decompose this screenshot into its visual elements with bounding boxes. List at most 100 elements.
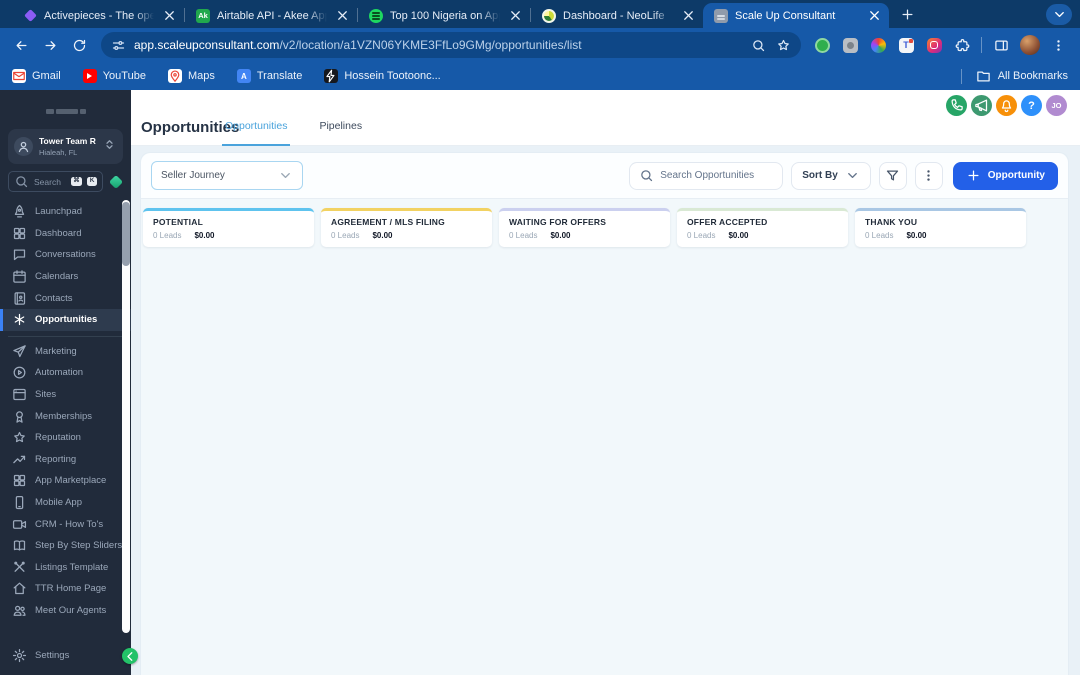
help-icon[interactable]: ?	[1021, 95, 1042, 116]
sidebar-item-app-marketplace[interactable]: App Marketplace	[0, 470, 131, 492]
bookmark-translate[interactable]: A Translate	[236, 69, 302, 83]
sidebar-item-reporting[interactable]: Reporting	[0, 449, 131, 471]
folder-icon	[976, 69, 991, 84]
sidebar-scrollbar[interactable]	[122, 200, 130, 633]
bell-icon[interactable]	[996, 95, 1017, 116]
tab-close-icon[interactable]	[161, 8, 177, 24]
sort-by-button[interactable]: Sort By	[791, 161, 871, 190]
sidebar-item-meet-our-agents[interactable]: Meet Our Agents	[0, 600, 131, 622]
pinwheel-extension-icon[interactable]	[865, 32, 891, 58]
tab-neolife[interactable]: Dashboard - NeoLife	[531, 3, 703, 28]
tab-pipelines[interactable]: Pipelines	[316, 120, 365, 146]
kanban-column-agreement-mls-filing[interactable]: AGREEMENT / MLS FILING 0 Leads $0.00	[321, 208, 492, 247]
search-opportunities-input[interactable]: Search Opportunities	[629, 161, 784, 190]
sidebar-item-contacts[interactable]: Contacts	[0, 287, 131, 309]
pipeline-select[interactable]: Seller Journey	[151, 161, 303, 190]
sidebar-item-label: Calendars	[35, 271, 79, 283]
search-placeholder: Search	[34, 176, 61, 187]
megaphone-icon[interactable]	[971, 95, 992, 116]
more-options-button[interactable]	[914, 161, 943, 190]
chevron-down-icon	[278, 168, 293, 183]
user-avatar[interactable]: JO	[1046, 95, 1067, 116]
grid-icon	[12, 226, 27, 241]
bookmark-star-icon[interactable]	[776, 38, 791, 53]
sidebar-item-step-by-step-sliders[interactable]: Step By Step Sliders	[0, 535, 131, 557]
tab-close-icon[interactable]	[866, 8, 882, 24]
sidebar-item-memberships[interactable]: Memberships	[0, 405, 131, 427]
chat-icon	[12, 247, 27, 262]
profile-avatar[interactable]	[1020, 35, 1040, 55]
add-opportunity-button[interactable]: Opportunity	[952, 161, 1058, 190]
bookmark-maps[interactable]: Maps	[167, 69, 215, 83]
tab-activepieces[interactable]: Activepieces - The open sour	[12, 3, 184, 28]
sidebar-item-crm-how-tos[interactable]: CRM - How To's	[0, 513, 131, 535]
mobile-icon	[12, 495, 27, 510]
sidebar-item-marketing[interactable]: Marketing	[0, 341, 131, 363]
tab-music[interactable]: Top 100 Nigeria on Apple Mus	[358, 3, 530, 28]
address-bar[interactable]: app.scaleupconsultant.com/v2/location/a1…	[101, 32, 801, 58]
sidebar-item-label: Listings Template	[35, 561, 109, 573]
zoom-icon[interactable]	[751, 38, 766, 53]
filter-funnel-button[interactable]	[878, 161, 907, 190]
green-diamond-icon[interactable]	[108, 174, 123, 189]
filter-bar: Seller Journey Search Opportunities Sort…	[141, 153, 1068, 199]
puzzle-extensions-icon[interactable]	[949, 32, 975, 58]
camera-extension-icon[interactable]	[837, 32, 863, 58]
kanban-column-offer-accepted[interactable]: OFFER ACCEPTED 0 Leads $0.00	[677, 208, 848, 247]
url-text[interactable]: app.scaleupconsultant.com/v2/location/a1…	[134, 38, 741, 52]
activepieces-favicon	[23, 9, 37, 23]
back-button[interactable]	[8, 32, 35, 59]
column-title: THANK YOU	[865, 217, 918, 227]
sidebar-item-ttr-home-page[interactable]: TTR Home Page	[0, 578, 131, 600]
tab-close-icon[interactable]	[334, 8, 350, 24]
sidebar-item-label: Dashboard	[35, 227, 82, 239]
sidebar-item-reputation[interactable]: Reputation	[0, 427, 131, 449]
tab-title: Dashboard - NeoLife	[563, 9, 665, 22]
sidebar-item-label: Launchpad	[35, 206, 83, 218]
add-opportunity-label: Opportunity	[987, 170, 1045, 181]
app-window: Tower Team Realty Hialeah, FL Search ⌘ K…	[0, 90, 1080, 675]
bookmarks-separator	[960, 68, 962, 84]
note-extension-icon[interactable]: T	[893, 32, 919, 58]
sidebar-item-automation[interactable]: Automation	[0, 362, 131, 384]
sidebar-collapse-button[interactable]	[122, 648, 138, 664]
sidebar-item-dashboard[interactable]: Dashboard	[0, 223, 131, 245]
tab-close-icon[interactable]	[680, 8, 696, 24]
reload-button[interactable]	[66, 32, 93, 59]
all-bookmarks-button[interactable]: All Bookmarks	[976, 69, 1068, 84]
opportunities-panel: Seller Journey Search Opportunities Sort…	[140, 152, 1069, 675]
instagram-extension-icon[interactable]	[921, 32, 947, 58]
account-switcher[interactable]: Tower Team Realty Hialeah, FL	[8, 129, 123, 164]
tab-opportunities[interactable]: Opportunities	[222, 120, 291, 146]
sidebar-item-sites[interactable]: Sites	[0, 384, 131, 406]
kanban-column-thank-you[interactable]: THANK YOU 0 Leads $0.00	[855, 208, 1026, 247]
bookmark-youtube[interactable]: YouTube	[82, 69, 146, 83]
new-tab-button[interactable]	[895, 2, 919, 26]
browser-menu-icon[interactable]	[1045, 32, 1072, 59]
kanban-column-potential[interactable]: POTENTIAL 0 Leads $0.00	[143, 208, 314, 247]
sidebar-item-mobile-app[interactable]: Mobile App	[0, 492, 131, 514]
kanban-column-waiting-for-offers[interactable]: WAITING FOR OFFERS 0 Leads $0.00	[499, 208, 670, 247]
tab-airtable[interactable]: Ak Airtable API - Akee App Test	[185, 3, 357, 28]
green-extension-icon[interactable]	[809, 32, 835, 58]
bookmark-label: Maps	[187, 70, 215, 82]
side-panel-icon[interactable]	[988, 32, 1015, 59]
tab-close-icon[interactable]	[507, 8, 523, 24]
sidebar-item-opportunities[interactable]: Opportunities	[0, 308, 131, 331]
tab-search-button[interactable]	[1046, 4, 1072, 25]
kanban-board: POTENTIAL 0 Leads $0.00 AGREEMENT / MLS F…	[141, 199, 1068, 247]
sidebar-search-input[interactable]: Search ⌘ K	[8, 171, 103, 192]
forward-button[interactable]	[37, 32, 64, 59]
site-info-icon[interactable]	[111, 38, 126, 53]
bookmark-gmail[interactable]: Gmail	[12, 69, 61, 83]
sidebar-item-launchpad[interactable]: Launchpad	[0, 201, 131, 223]
url-path: /v2/location/a1VZN06YKME3FfLo9GMg/opport…	[279, 38, 582, 52]
sidebar-item-calendars[interactable]: Calendars	[0, 266, 131, 288]
sidebar-item-settings[interactable]: Settings	[0, 644, 131, 666]
bookmark-hossein[interactable]: Hossein Tootoonc...	[324, 69, 441, 83]
phone-icon[interactable]	[946, 95, 967, 116]
tab-scale-up-consultant[interactable]: Scale Up Consultant	[703, 3, 889, 28]
sidebar-scrollbar-thumb[interactable]	[122, 202, 130, 266]
sidebar-item-listings-template[interactable]: Listings Template	[0, 557, 131, 579]
sidebar-item-conversations[interactable]: Conversations	[0, 244, 131, 266]
